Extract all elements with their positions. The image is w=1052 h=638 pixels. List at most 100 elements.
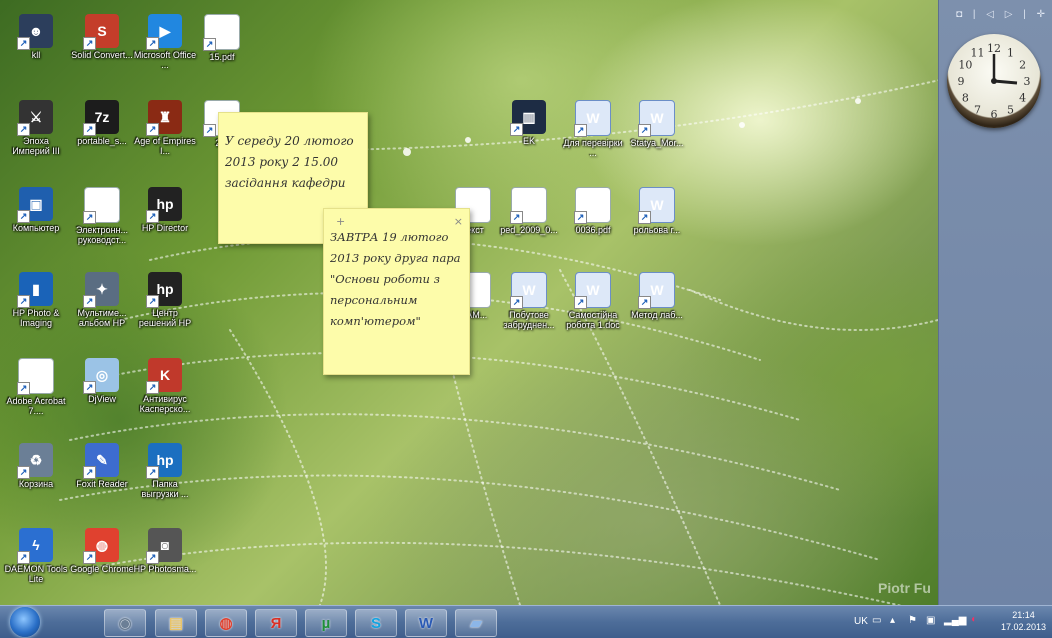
desktop-icon[interactable]: hpЦентр решений HP: [133, 272, 197, 328]
desktop-icon-label: Электронн... руководст...: [75, 225, 129, 245]
add-note-icon[interactable]: +: [336, 211, 345, 232]
folder-glyph: ▰: [470, 615, 482, 632]
volume-icon[interactable]: ◖: [970, 614, 976, 625]
desktop-icon[interactable]: ♻Корзина: [4, 443, 68, 489]
foxit-icon: ✎: [83, 443, 119, 479]
flag-icon[interactable]: ⚑: [908, 615, 917, 626]
desktop-icon[interactable]: ◙HP Photosma...: [133, 528, 197, 574]
desktop-icon[interactable]: KАнтивирус Касперско...: [133, 358, 197, 414]
network-icon[interactable]: ▂▄▆: [944, 615, 966, 626]
word-icon: W: [638, 187, 675, 224]
desktop-icon[interactable]: Wрольова г...: [625, 187, 689, 235]
desktop-icon[interactable]: WМетод лаб...: [625, 272, 689, 320]
desktop-icon-label: Microsoft Office ...: [133, 50, 197, 70]
language-indicator[interactable]: UK: [854, 616, 868, 627]
word-icon: W: [638, 272, 675, 309]
desktop-icon[interactable]: ✎Foxit Reader: [70, 443, 134, 489]
desktop-icon[interactable]: WПобутове забруднен...: [497, 272, 561, 330]
gadget-sidebar: ◘ | ◁ ▷ | ✛ 12 1 2 3 4 5 6 7 8 9 10 11: [938, 0, 1052, 605]
solid-converter-icon: S: [83, 14, 119, 50]
desktop-icon-label: HP Director: [141, 223, 189, 233]
desktop-icon-label: EK: [522, 136, 535, 146]
desktop-icon[interactable]: 7zportable_s...: [70, 100, 134, 146]
close-note-icon[interactable]: ×: [454, 211, 463, 232]
clock-gadget[interactable]: 12 1 2 3 4 5 6 7 8 9 10 11: [947, 34, 1041, 128]
desktop-icon-label: Самостійна робота 1.doc: [566, 310, 620, 330]
desktop-icon-label: Google Chrome: [70, 564, 134, 574]
system-tray: UK ▭ ▴ ⚑ ▣ ▂▄▆ ◖ 21:14 17.02.2013: [842, 606, 1052, 638]
desktop-icon-label: DAEMON Tools Lite: [4, 564, 68, 584]
desktop-icon[interactable]: ◎DjView: [70, 358, 134, 404]
hp-icon: hp: [146, 187, 182, 223]
watermark: Piotr Fu: [878, 580, 931, 596]
hp-photo-icon: ▮: [17, 272, 53, 308]
media-player-icon[interactable]: ◉: [104, 609, 146, 637]
word-icon[interactable]: W: [405, 609, 447, 637]
desktop-icon-label: HP Photo & Imaging: [12, 308, 60, 328]
7zip-icon: 7z: [83, 100, 119, 136]
djview-icon: ◎: [83, 358, 119, 394]
user-icon: ☻: [17, 14, 53, 50]
desktop-icon-label: Statya_Mor...: [630, 138, 684, 148]
utorrent-icon[interactable]: µ: [305, 609, 347, 637]
skype-icon[interactable]: S: [355, 609, 397, 637]
recycle-bin-icon: ♻: [17, 443, 53, 479]
desktop-icon-label: Solid Convert...: [71, 50, 133, 60]
skype-glyph: S: [370, 614, 381, 632]
clock-number: 4: [1019, 92, 1026, 105]
desktop-icon[interactable]: SSolid Convert...: [70, 14, 134, 60]
word-icon: W: [574, 272, 611, 309]
sticky-note-text[interactable]: У середу 20 лютого 2013 року 2 15.00 зас…: [219, 131, 367, 194]
yandex-icon[interactable]: Я: [255, 609, 297, 637]
sidebar-controls[interactable]: ◘ | ◁ ▷ | ✛: [956, 9, 1049, 20]
pdf-doc-icon: ▦: [574, 187, 611, 224]
desktop-icon[interactable]: ▶Microsoft Office ...: [133, 14, 197, 70]
chrome-icon: ◍: [83, 528, 119, 564]
desktop-icon[interactable]: ▦ped_2009_0...: [497, 187, 561, 235]
chrome-icon[interactable]: ◍: [205, 609, 247, 637]
explorer-icon[interactable]: ▤: [155, 609, 197, 637]
clock-number: 11: [971, 46, 985, 59]
clock-number: 9: [958, 75, 965, 88]
desktop-icon[interactable]: ▦0036.pdf: [561, 187, 625, 235]
desktop-icon[interactable]: ♜Age of Empires I...: [133, 100, 197, 156]
desktop-icon[interactable]: ▣Компьютер: [4, 187, 68, 233]
desktop-icon[interactable]: ϟDAEMON Tools Lite: [4, 528, 68, 584]
desktop-icon-label: Антивирус Касперско...: [139, 394, 191, 414]
show-hidden-icons-icon[interactable]: ▴: [890, 615, 895, 626]
word-icon: W: [638, 100, 675, 137]
desktop-icon[interactable]: ⚔Эпоха Империй III: [4, 100, 68, 156]
taskbar-time: 21:14: [1012, 610, 1035, 620]
sticky-note-text[interactable]: ЗАВТРА 19 лютого 2013 року друга пара "О…: [324, 227, 469, 332]
doc-icon: ▦: [83, 187, 120, 224]
device-icon[interactable]: ▣: [926, 615, 935, 626]
folder-icon[interactable]: ▰: [455, 609, 497, 637]
desktop-icon-label: 15.pdf: [209, 52, 235, 62]
desktop-icon[interactable]: WСамостійна робота 1.doc: [561, 272, 625, 330]
desktop-icon[interactable]: hpHP Director: [133, 187, 197, 233]
desktop-icon[interactable]: WДля перевірки ...: [561, 100, 625, 158]
clock-number: 2: [1019, 59, 1026, 72]
desktop-icon[interactable]: ☻kll: [4, 14, 68, 60]
sticky-note-toolbar: + ×: [324, 209, 469, 228]
desktop-icon[interactable]: ▦Электронн... руководст...: [70, 187, 134, 245]
start-button[interactable]: [10, 607, 40, 637]
clock-number: 10: [958, 59, 972, 72]
desktop-icon-label: Мультиме... альбом HP: [77, 308, 127, 328]
desktop-icon[interactable]: WStatya_Mor...: [625, 100, 689, 148]
desktop-icon[interactable]: ▥EK: [497, 100, 561, 146]
daemon-tools-icon: ϟ: [17, 528, 53, 564]
desktop-icon[interactable]: ▮HP Photo & Imaging: [4, 272, 68, 328]
desktop-icon[interactable]: AAdobe Acrobat 7....: [4, 358, 68, 416]
helmet-icon: ♜: [146, 100, 182, 136]
desktop-icon[interactable]: ▦15.pdf: [190, 14, 254, 62]
taskbar-clock[interactable]: 21:14 17.02.2013: [1001, 609, 1046, 633]
utorrent-glyph: µ: [321, 614, 331, 632]
desktop-icon[interactable]: ◍Google Chrome: [70, 528, 134, 574]
sticky-note-2[interactable]: + × ЗАВТРА 19 лютого 2013 року друга пар…: [323, 208, 470, 375]
desktop-icon[interactable]: ✦Мультиме... альбом HP: [70, 272, 134, 328]
desktop-icon-label: kll: [31, 50, 41, 60]
taskbar: ◉ ▤ ◍ Яµ S W ▰ UK ▭ ▴ ⚑ ▣ ▂▄▆ ◖ 21:14 17.02.20…: [0, 605, 1052, 638]
desktop-icon[interactable]: hpПапка выгрузки ...: [133, 443, 197, 499]
keyboard-icon[interactable]: ▭: [872, 615, 881, 626]
